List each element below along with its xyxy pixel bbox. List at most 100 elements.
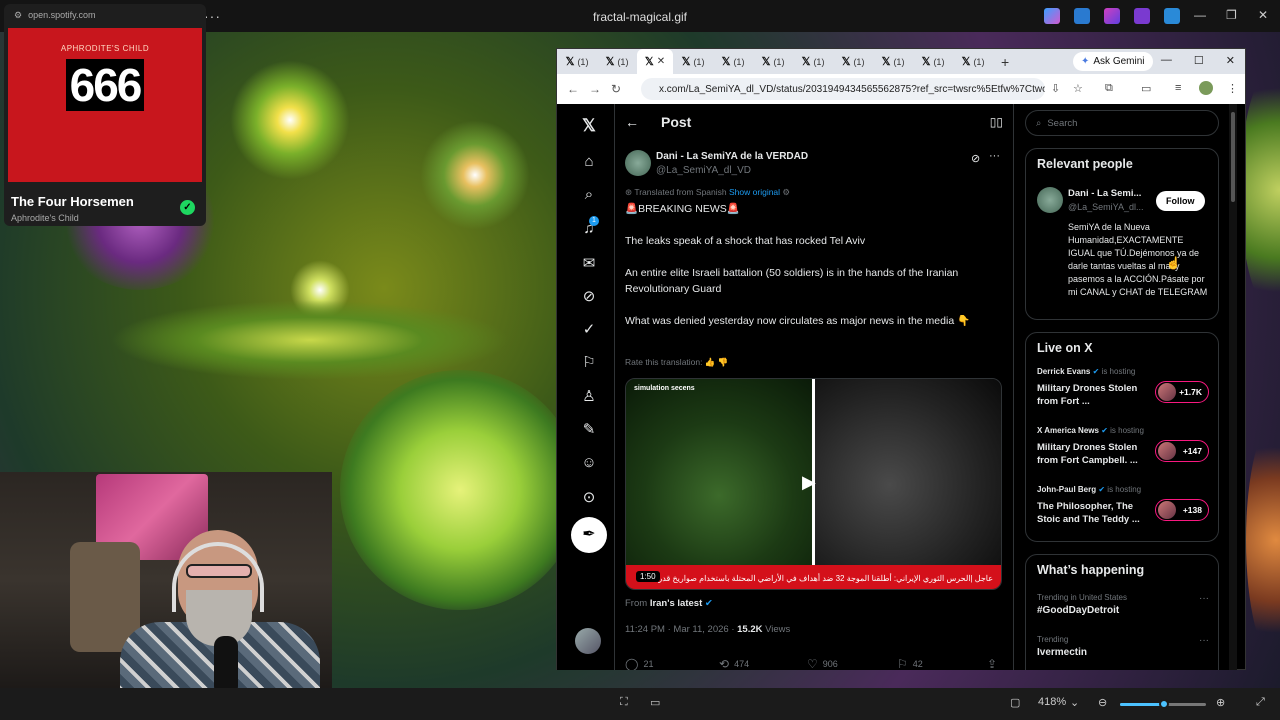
- minimize-icon[interactable]: —: [1194, 8, 1206, 22]
- back-icon[interactable]: ←: [567, 82, 579, 96]
- account-avatar[interactable]: [575, 628, 601, 654]
- profile-avatar-icon[interactable]: [1199, 81, 1213, 95]
- grok-icon[interactable]: ⊘: [577, 287, 601, 305]
- grok-explain-icon[interactable]: ⊘: [971, 152, 980, 165]
- back-arrow-icon[interactable]: ←: [625, 114, 639, 130]
- articles-icon[interactable]: ✎: [577, 420, 601, 438]
- bookmarks-icon[interactable]: ⚐: [577, 353, 601, 371]
- x-logo-icon[interactable]: 𝕏: [577, 116, 601, 136]
- relevant-person-avatar[interactable]: [1037, 187, 1063, 213]
- install-icon[interactable]: ⇩: [1051, 82, 1060, 95]
- settings-icon[interactable]: ⚙: [782, 187, 790, 197]
- show-original-link[interactable]: Show original: [729, 187, 780, 197]
- maximize-icon[interactable]: ☐: [1194, 54, 1204, 67]
- author-avatar[interactable]: [625, 150, 651, 176]
- extensions-icon[interactable]: ⧉: [1105, 82, 1113, 95]
- tab-x[interactable]: 𝕏 (1): [597, 49, 637, 74]
- zoom-dropdown-icon[interactable]: ⌄: [1070, 696, 1079, 709]
- reply-button[interactable]: ◯ 21: [625, 657, 653, 670]
- bookmark-button[interactable]: ⚐ 42: [897, 657, 923, 670]
- edit-icon[interactable]: [1074, 8, 1090, 24]
- messages-icon[interactable]: ✉: [577, 254, 601, 272]
- url-input[interactable]: x.com/La_SemiYA_dl_VD/status/20319494345…: [641, 78, 1045, 100]
- aspect-ratio-icon[interactable]: ▢: [1010, 696, 1020, 709]
- crop-icon[interactable]: ▭: [650, 696, 660, 709]
- new-tab-icon[interactable]: +: [1001, 54, 1009, 70]
- forward-icon[interactable]: →: [589, 82, 601, 96]
- saved-check-icon[interactable]: ✓: [180, 200, 195, 215]
- live-item[interactable]: Derrick Evans ✔ is hosting Military Dron…: [1037, 367, 1209, 408]
- search-input[interactable]: ⌕ Search: [1025, 110, 1219, 136]
- author-name[interactable]: Dani - La SemiYA de la VERDAD: [656, 151, 808, 162]
- like-button[interactable]: ♡ 906: [807, 657, 838, 670]
- copilot-icon[interactable]: [1044, 8, 1060, 24]
- tab-x[interactable]: 𝕏 (1): [753, 49, 793, 74]
- scrollbar-thumb[interactable]: [1231, 112, 1235, 202]
- relevant-person-handle[interactable]: @La_SemiYA_dl...: [1068, 202, 1144, 212]
- tab-x[interactable]: 𝕏 (1): [793, 49, 833, 74]
- paint-icon[interactable]: [1104, 8, 1120, 24]
- reading-list-icon[interactable]: ≡: [1175, 82, 1181, 94]
- from-source-link[interactable]: Iran's latest: [650, 598, 702, 609]
- sidebar-icon[interactable]: ▭: [1141, 82, 1151, 95]
- live-item[interactable]: John-Paul Berg ✔ is hosting The Philosop…: [1037, 485, 1209, 526]
- post-more-icon[interactable]: ···: [989, 150, 1000, 162]
- maximize-icon[interactable]: ❐: [1226, 8, 1237, 22]
- explore-search-icon[interactable]: ⌕: [577, 186, 601, 203]
- page-scrollbar[interactable]: [1229, 104, 1237, 670]
- tab-x[interactable]: 𝕏 (1): [953, 49, 993, 74]
- repost-button[interactable]: ⟲ 474: [719, 657, 749, 670]
- close-icon[interactable]: ✕: [1258, 8, 1268, 22]
- post-compose-button[interactable]: ✒: [571, 517, 607, 553]
- post-timestamp[interactable]: 11:24 PM · Mar 11, 2026 ·: [625, 624, 734, 635]
- bookmark-star-icon[interactable]: ☆: [1073, 82, 1083, 95]
- tab-label: (1): [893, 56, 905, 67]
- tab-x[interactable]: 𝕏 (1): [913, 49, 953, 74]
- tab-x-active[interactable]: 𝕏 ✕: [637, 49, 673, 74]
- menu-icon[interactable]: ⋮: [1227, 82, 1238, 95]
- play-icon[interactable]: ▶: [802, 472, 826, 496]
- trend-item[interactable]: Trending in United States #GoodDayDetroi…: [1037, 593, 1209, 616]
- tab-x[interactable]: 𝕏 (1): [833, 49, 873, 74]
- fit-screen-icon[interactable]: ⛶: [620, 696, 628, 709]
- zoom-out-icon[interactable]: ⊖: [1098, 696, 1107, 709]
- zoom-level[interactable]: 418%: [1038, 696, 1066, 708]
- minimize-icon[interactable]: —: [1161, 54, 1172, 67]
- ask-gemini-button[interactable]: ✦ Ask Gemini: [1073, 52, 1153, 71]
- trend-more-icon[interactable]: ···: [1199, 593, 1209, 604]
- reader-view-icon[interactable]: ▯▯: [990, 115, 1003, 129]
- thumbs-up-icon[interactable]: 👍: [705, 357, 716, 367]
- track-artist[interactable]: Aphrodite's Child: [4, 209, 206, 223]
- follow-button[interactable]: Follow: [1156, 191, 1205, 211]
- profile-icon[interactable]: ☺: [577, 454, 601, 471]
- close-icon[interactable]: ✕: [1226, 54, 1235, 67]
- viewer-toolbar-icons: [1044, 8, 1180, 24]
- home-icon[interactable]: ⌂: [577, 153, 601, 170]
- live-item[interactable]: X America News ✔ is hosting Military Dro…: [1037, 426, 1209, 467]
- tab-close-icon[interactable]: ✕: [657, 56, 665, 67]
- tab-x[interactable]: 𝕏 (1): [557, 49, 597, 74]
- clipchamp-icon[interactable]: [1134, 8, 1150, 24]
- trend-more-icon[interactable]: ···: [1199, 635, 1209, 646]
- jobs-icon[interactable]: ♙: [577, 387, 601, 405]
- share-button[interactable]: ⇪: [987, 657, 997, 670]
- zoom-in-icon[interactable]: ⊕: [1216, 696, 1225, 709]
- trend-item[interactable]: Trending Ivermectin ···: [1037, 635, 1209, 658]
- video-player[interactable]: simulation secens ▶ عاجل |الحرس الثوري ا…: [625, 378, 1002, 590]
- tab-x[interactable]: 𝕏 (1): [713, 49, 753, 74]
- x-logo-icon: 𝕏: [681, 56, 691, 68]
- zoom-slider[interactable]: [1120, 699, 1206, 709]
- track-title[interactable]: The Four Horsemen: [4, 184, 206, 209]
- author-handle[interactable]: @La_SemiYA_dl_VD: [656, 165, 751, 176]
- site-settings-icon[interactable]: ⚙: [14, 10, 22, 21]
- thumbs-down-icon[interactable]: 👎: [718, 357, 729, 367]
- relevant-person-name[interactable]: Dani - La Semi...: [1068, 188, 1141, 199]
- premium-check-icon[interactable]: ✓: [577, 320, 601, 338]
- tab-x[interactable]: 𝕏 (1): [873, 49, 913, 74]
- zoom-slider-knob[interactable]: [1159, 699, 1169, 709]
- reload-icon[interactable]: ↻: [611, 82, 621, 96]
- more-circle-icon[interactable]: ⊙: [577, 488, 601, 506]
- fullscreen-icon[interactable]: ⤢: [1256, 696, 1265, 709]
- tab-x[interactable]: 𝕏 (1): [673, 49, 713, 74]
- onedrive-icon[interactable]: [1164, 8, 1180, 24]
